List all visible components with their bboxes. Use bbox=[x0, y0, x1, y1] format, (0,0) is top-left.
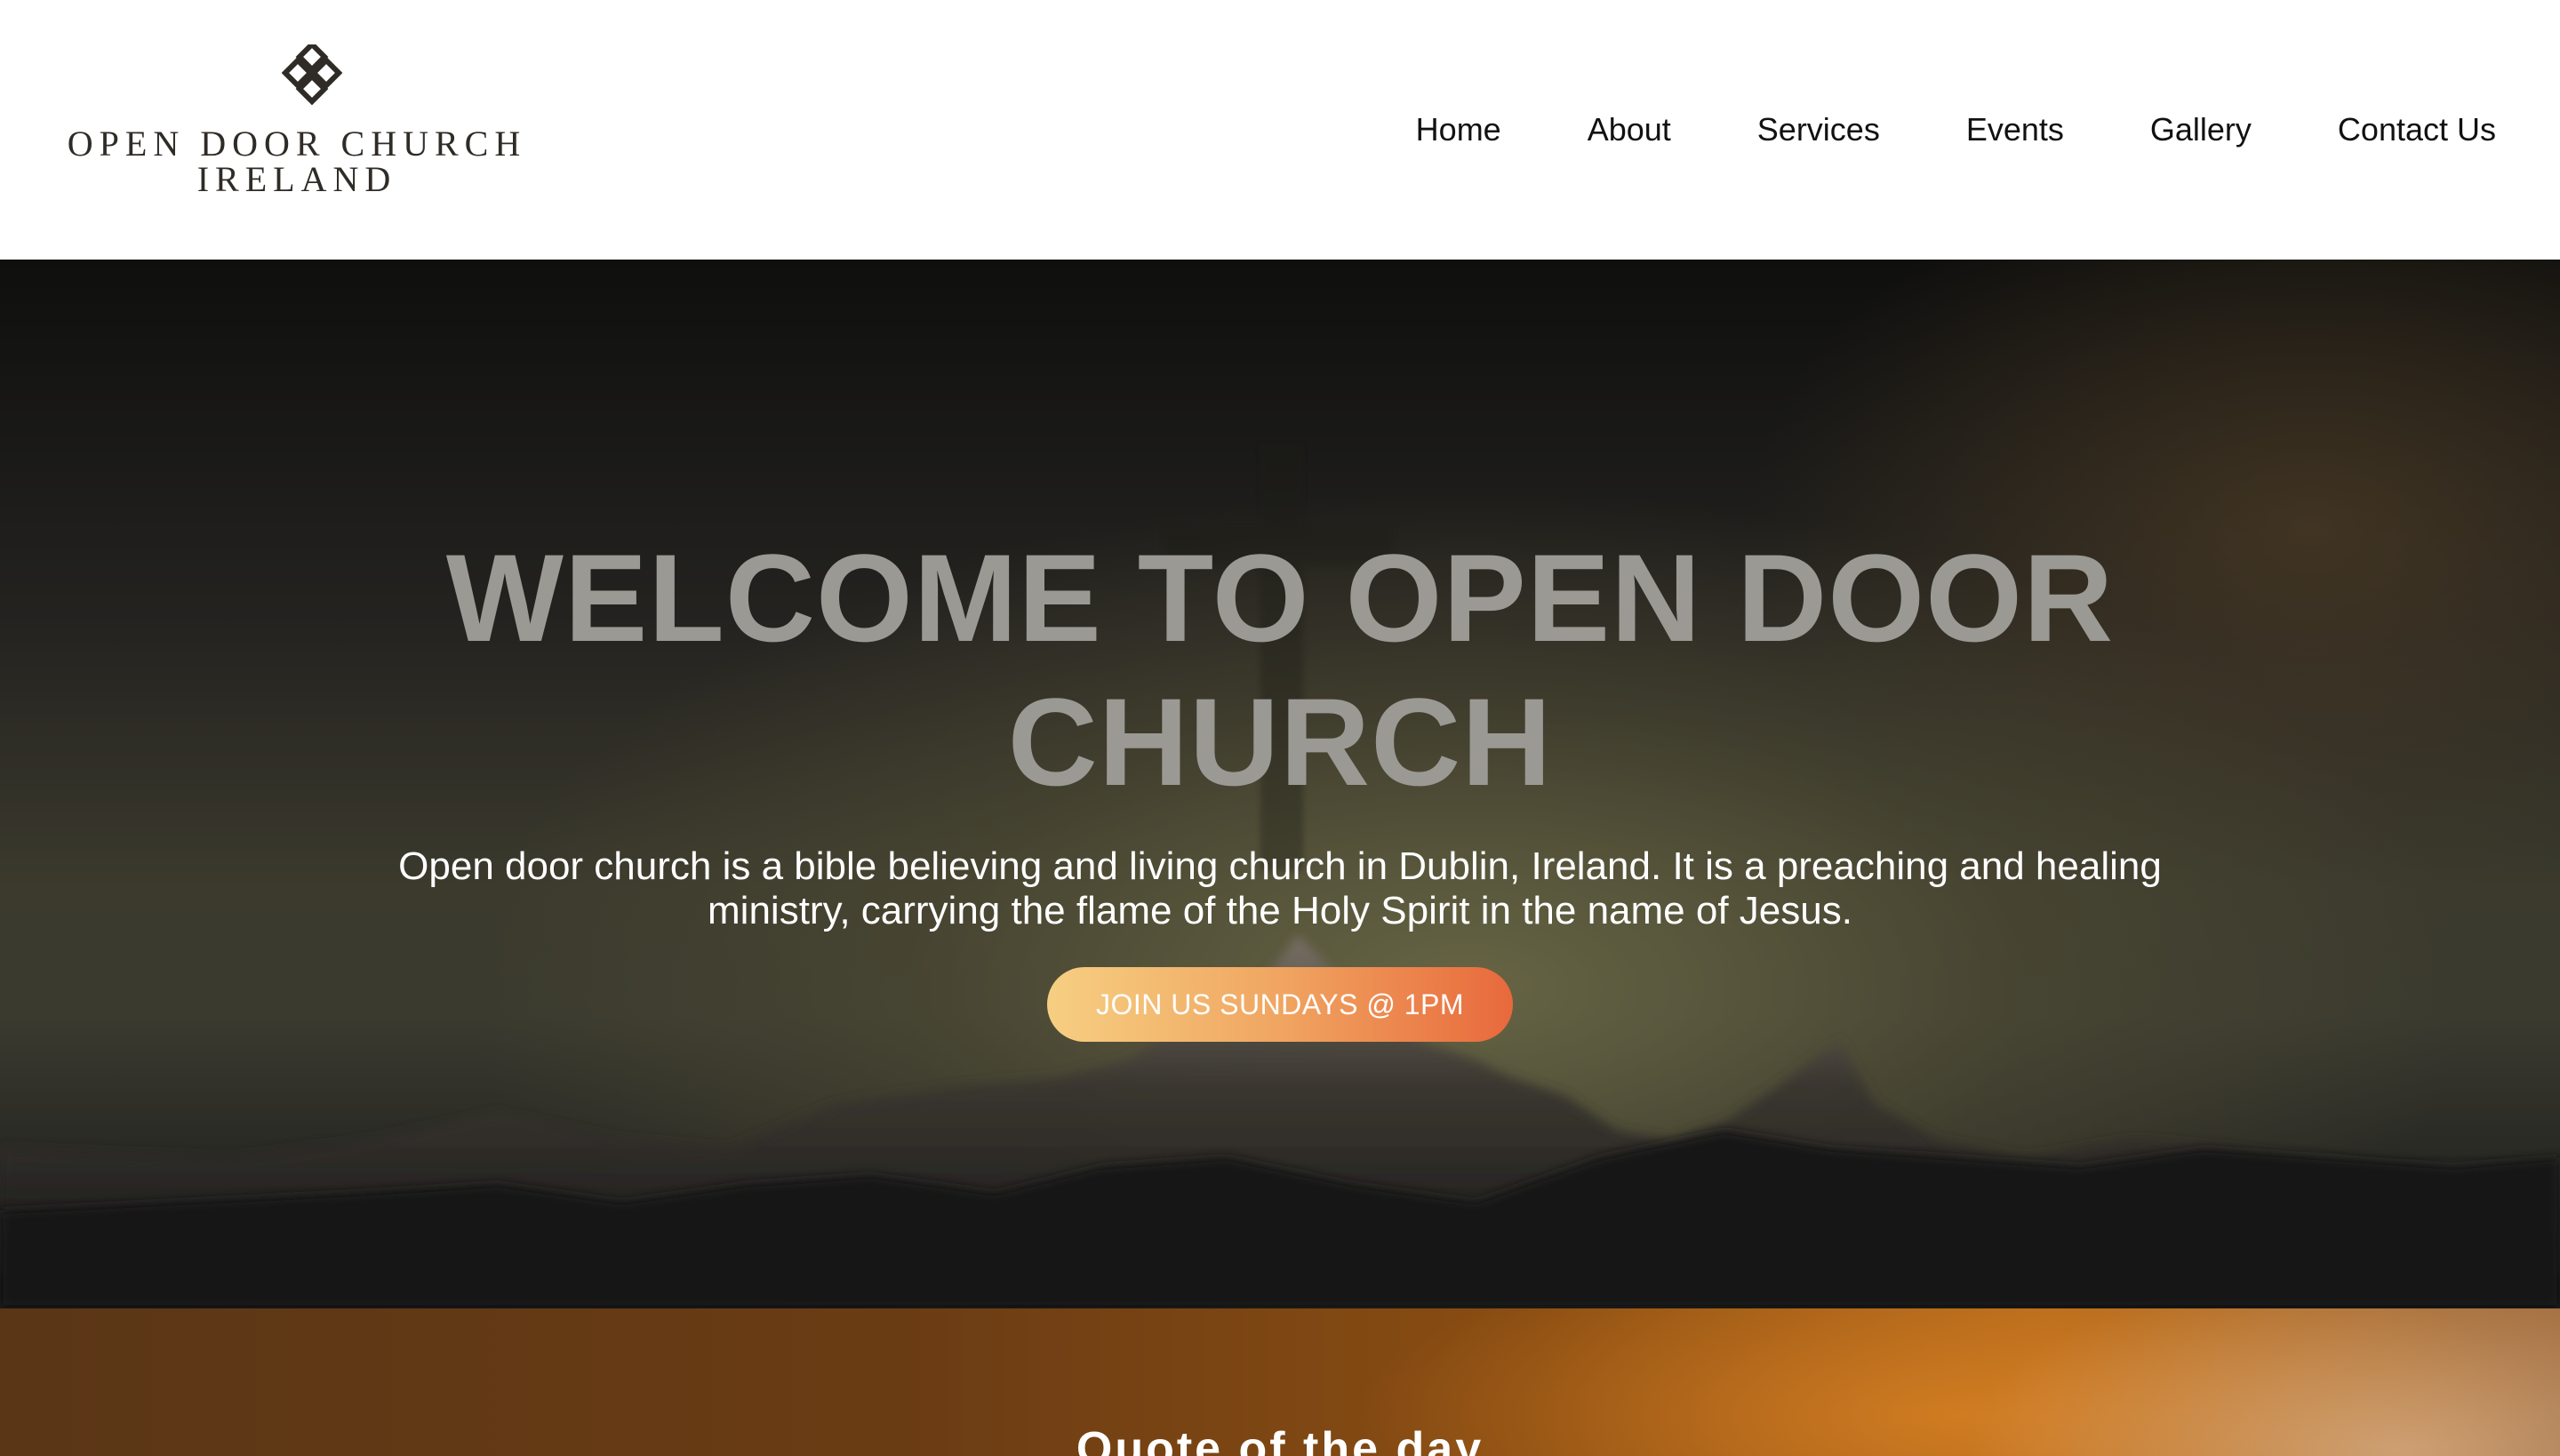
join-us-button[interactable]: JOIN US SUNDAYS @ 1PM bbox=[1047, 967, 1513, 1042]
nav-link-about[interactable]: About bbox=[1588, 105, 1671, 155]
logo-text-line1: OPEN DOOR CHURCH bbox=[67, 124, 527, 164]
hero-section: WELCOME TO OPEN DOOR CHURCH Open door ch… bbox=[0, 260, 2560, 1308]
nav-link-gallery[interactable]: Gallery bbox=[2150, 105, 2252, 155]
nav-link-contact-us[interactable]: Contact Us bbox=[2338, 105, 2496, 155]
celtic-knot-icon bbox=[282, 44, 343, 106]
logo-text-line2: IRELAND bbox=[196, 159, 397, 199]
hero-description: Open door church is a bible believing an… bbox=[398, 844, 2162, 932]
site-header: OPEN DOOR CHURCH IRELAND Home About Serv… bbox=[0, 0, 2560, 260]
quote-section: Quote of the day bbox=[0, 1308, 2560, 1456]
nav-link-services[interactable]: Services bbox=[1757, 105, 1880, 155]
hero-title: WELCOME TO OPEN DOOR CHURCH bbox=[445, 528, 2115, 812]
quote-heading: Quote of the day bbox=[1076, 1423, 1484, 1456]
site-logo[interactable]: OPEN DOOR CHURCH IRELAND bbox=[57, 43, 537, 203]
main-nav: Home About Services Events Gallery Conta… bbox=[1416, 105, 2496, 155]
nav-link-home[interactable]: Home bbox=[1416, 105, 1501, 155]
nav-link-events[interactable]: Events bbox=[1966, 105, 2064, 155]
